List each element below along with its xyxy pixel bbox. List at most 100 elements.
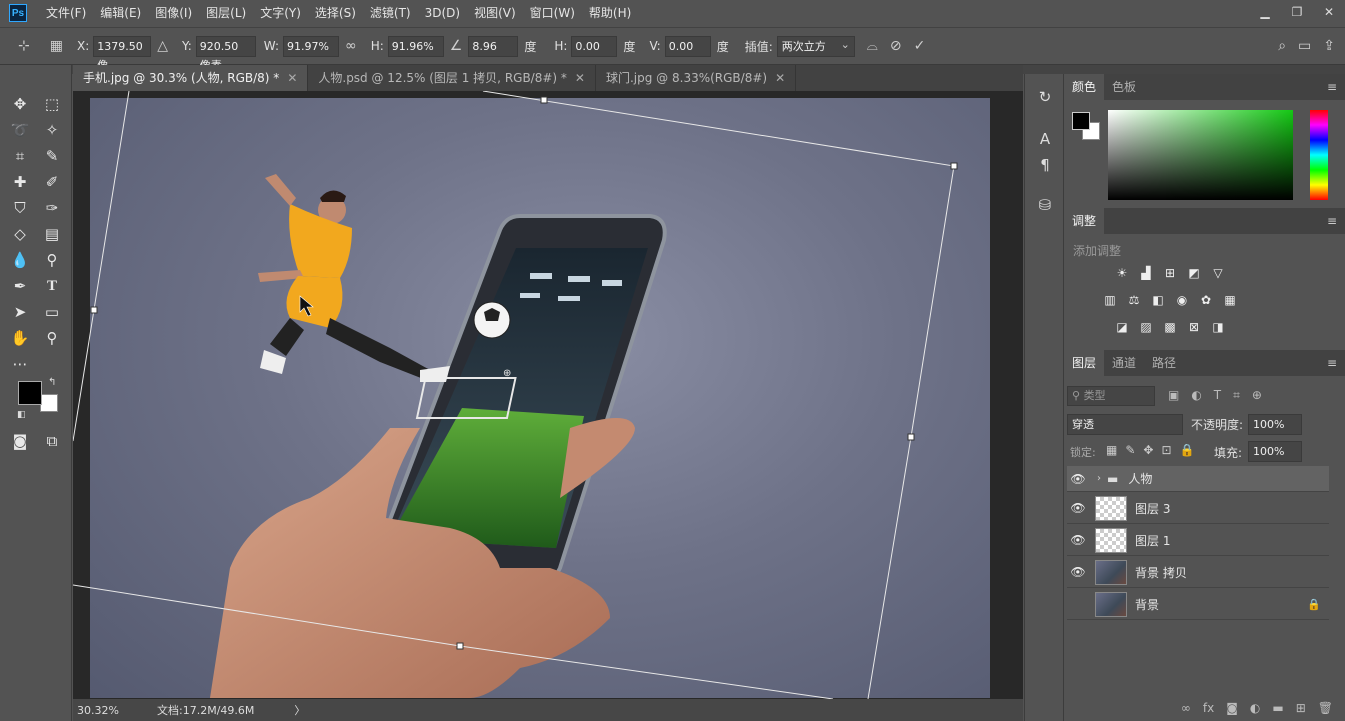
menu-select[interactable]: 选择(S) [308,0,363,26]
menu-image[interactable]: 图像(I) [148,0,199,26]
vibrance-icon[interactable]: ▽ [1209,266,1227,280]
lock-icons[interactable]: ▦✎✥⊡🔒 [1106,443,1202,457]
tab-swatches[interactable]: 色板 [1104,74,1144,100]
menu-view[interactable]: 视图(V) [467,0,523,26]
visibility-eye-icon[interactable]: 👁 [1067,501,1089,515]
status-menu-arrow[interactable]: 〉 [294,702,305,718]
visibility-eye-icon[interactable]: 👁 [1067,533,1089,547]
restore-icon[interactable]: ❐ [1281,0,1313,26]
menu-layer[interactable]: 图层(L) [199,0,253,26]
tab-person-psd[interactable]: 人物.psd @ 12.5% (图层 1 拷贝, RGB/8#) * ✕ [308,65,596,91]
history-brush-icon[interactable]: ✑ [40,197,64,219]
angle-field[interactable]: 8.96 [468,35,519,57]
blur-tool-icon[interactable]: 💧 [8,249,32,271]
search-icon[interactable]: ⌕ [1278,38,1286,54]
default-colors-icon[interactable]: ◧ [17,410,26,420]
delete-layer-icon[interactable]: 🗑 [1318,701,1333,715]
layer-filter-select[interactable]: ⚲ 类型 [1067,386,1155,406]
rectangle-tool-icon[interactable]: ▭ [40,301,64,323]
tab-adjustments[interactable]: 调整 [1064,208,1105,234]
y-field[interactable]: 920.50 像素 [195,35,256,72]
minimize-icon[interactable]: ▁ [1249,0,1281,26]
zoom-tool-icon[interactable]: ⚲ [40,327,64,349]
posterize-icon[interactable]: ▨ [1137,320,1155,334]
background-color-swatch[interactable] [40,394,58,412]
cancel-transform-icon[interactable]: ⊘ [890,38,902,54]
visibility-eye-icon[interactable]: 👁 [1067,472,1089,486]
color-balance-icon[interactable]: ⚖ [1125,293,1143,307]
screen-mode-icon[interactable]: ⧉ [40,430,64,452]
share-icon[interactable]: ⇪ [1323,38,1335,54]
swap-colors-icon[interactable]: ↰ [48,377,56,388]
healing-brush-icon[interactable]: ✚ [8,171,32,193]
expand-chevron-icon[interactable]: › [1097,473,1101,484]
fx-icon[interactable]: fx [1203,701,1214,715]
panel-menu-icon[interactable]: ≡ [1327,214,1337,228]
transform-tool-icon[interactable]: ⊹ [18,38,30,54]
layer-row[interactable]: 👁 图层 1 [1067,525,1329,556]
close-window-icon[interactable]: ✕ [1313,0,1345,26]
brightness-icon[interactable]: ☀ [1113,266,1131,280]
path-selection-icon[interactable]: ➤ [8,301,32,323]
x-field[interactable]: 1379.50 像 [93,35,152,72]
h-field[interactable]: 91.96% [387,35,444,57]
close-tab-icon[interactable]: ✕ [775,71,785,85]
menu-3d[interactable]: 3D(D) [418,0,467,26]
black-white-icon[interactable]: ◧ [1149,293,1167,307]
move-tool-icon[interactable]: ✥ [8,93,32,115]
menu-window[interactable]: 窗口(W) [523,0,582,26]
new-group-icon[interactable]: ▬ [1272,701,1283,715]
dodge-tool-icon[interactable]: ⚲ [40,249,64,271]
gradient-map-icon[interactable]: ◨ [1209,320,1227,334]
layer-row[interactable]: 👁 背景 拷贝 [1067,557,1329,588]
tab-goal-jpg[interactable]: 球门.jpg @ 8.33%(RGB/8#) ✕ [595,65,797,91]
close-tab-icon[interactable]: ✕ [287,71,297,85]
interp-select[interactable]: 两次立方 [776,35,855,57]
color-lookup-icon[interactable]: ▦ [1221,293,1239,307]
menu-edit[interactable]: 编辑(E) [93,0,148,26]
clone-stamp-icon[interactable]: ⛉ [8,197,32,219]
curves-icon[interactable]: ⊞ [1161,266,1179,280]
visibility-toggle-empty[interactable]: □ [1067,597,1089,611]
hue-saturation-icon[interactable]: ▥ [1101,293,1119,307]
more-tools-icon[interactable]: ⋯ [8,353,32,375]
channel-mixer-icon[interactable]: ✿ [1197,293,1215,307]
commit-transform-icon[interactable]: ✓ [914,38,926,54]
exposure-icon[interactable]: ◩ [1185,266,1203,280]
menu-filter[interactable]: 滤镜(T) [363,0,418,26]
selective-color-icon[interactable]: ⊠ [1185,320,1203,334]
history-panel-icon[interactable]: ↻ [1035,88,1055,108]
threshold-icon[interactable]: ▩ [1161,320,1179,334]
vskew-field[interactable]: 0.00 [664,35,711,57]
eraser-icon[interactable]: ◇ [8,223,32,245]
hand-tool-icon[interactable]: ✋ [8,327,32,349]
workspace-icon[interactable]: ▭ [1298,38,1311,54]
filter-type-icons[interactable]: ▣◐T⌗⊕ [1168,388,1274,403]
crop-tool-icon[interactable]: ⌗ [8,145,32,167]
transform-bounding-box[interactable]: ⊕ [73,91,1023,699]
gradient-tool-icon[interactable]: ▤ [40,223,64,245]
menu-help[interactable]: 帮助(H) [582,0,638,26]
link-icon[interactable]: ∞ [345,38,357,54]
type-tool-icon[interactable]: T [40,275,64,297]
menu-file[interactable]: 文件(F) [39,0,93,26]
hue-slider[interactable] [1310,110,1328,200]
w-field[interactable]: 91.97% [283,35,340,57]
reference-point-icon[interactable]: ▦ [50,38,63,54]
fill-field[interactable]: 100% [1248,441,1302,462]
foreground-color-swatch[interactable] [18,381,42,405]
close-tab-icon[interactable]: ✕ [575,71,585,85]
layer-row-group[interactable]: 👁 › ▬ 人物 [1067,466,1329,492]
marquee-tool-icon[interactable]: ⬚ [40,93,64,115]
invert-icon[interactable]: ◪ [1113,320,1131,334]
new-adjustment-icon[interactable]: ◐ [1250,701,1260,715]
zoom-level[interactable]: 30.32% [77,704,157,717]
pen-tool-icon[interactable]: ✒ [8,275,32,297]
character-panel-icon[interactable]: A [1035,130,1055,150]
new-layer-icon[interactable]: ⊞ [1296,701,1306,715]
layer-row[interactable]: 👁 图层 3 [1067,493,1329,524]
paragraph-panel-icon[interactable]: ¶ [1035,156,1055,176]
blend-mode-select[interactable]: 穿透 [1067,414,1183,435]
opacity-field[interactable]: 100% [1248,414,1302,435]
photo-filter-icon[interactable]: ◉ [1173,293,1191,307]
